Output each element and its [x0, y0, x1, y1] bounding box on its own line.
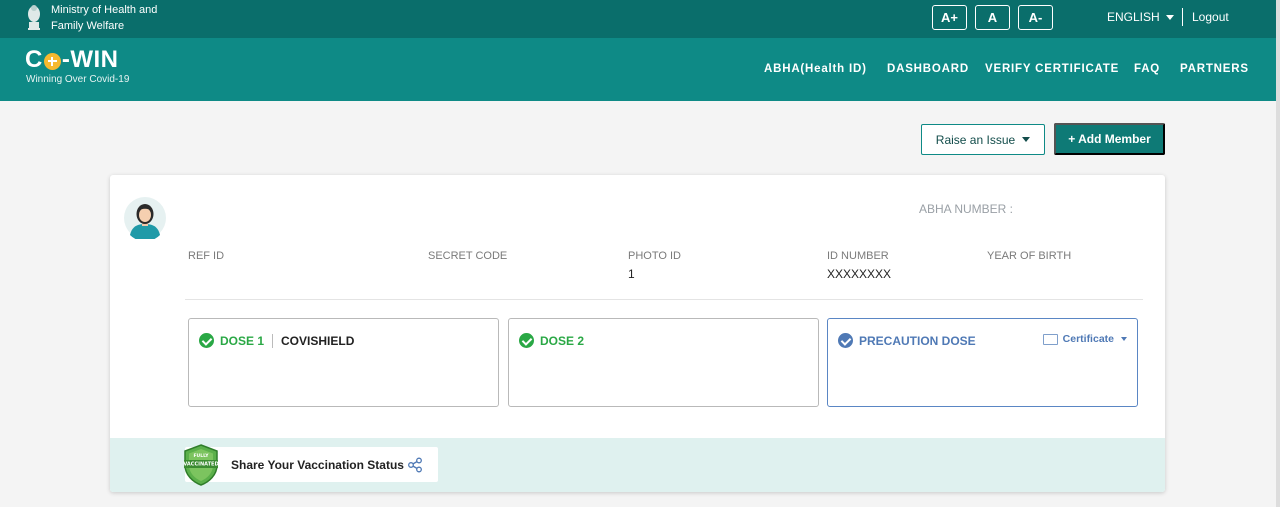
nav-item-faq[interactable]: FAQ: [1134, 63, 1160, 75]
dose-1-card[interactable]: DOSE 1 COVISHIELD: [188, 318, 499, 407]
language-selector[interactable]: ENGLISH: [1107, 10, 1174, 24]
ministry-name: Ministry of Health and Family Welfare: [51, 2, 157, 34]
certificate-label: Certificate: [1062, 333, 1114, 345]
dose-1-title: DOSE 1: [220, 333, 265, 348]
share-icon: [408, 457, 422, 473]
ministry-line-1: Ministry of Health and: [51, 4, 158, 16]
secret-code-label: SECRET CODE: [428, 250, 508, 262]
share-vaccination-status-button[interactable]: FULLY VACCINATED Share Your Vaccination …: [183, 444, 438, 486]
abha-number-label: ABHA NUMBER :: [919, 202, 1014, 216]
dose-divider: [272, 333, 274, 348]
nav-item-partners[interactable]: PARTNERS: [1180, 63, 1249, 75]
nav-item-dashboard[interactable]: DASHBOARD: [887, 63, 969, 75]
share-label: Share Your Vaccination Status: [231, 458, 404, 472]
page-scrollbar[interactable]: [1276, 0, 1280, 507]
nav-item-verify-certificate[interactable]: VERIFY CERTIFICATE: [985, 63, 1119, 75]
chevron-down-icon: [1121, 337, 1127, 341]
font-reset-button[interactable]: A: [975, 5, 1010, 30]
check-circle-icon: [519, 333, 534, 348]
logo-text-left: C: [25, 46, 43, 73]
dose-2-card[interactable]: DOSE 2: [508, 318, 819, 407]
precaution-dose-title: PRECAUTION DOSE: [859, 333, 976, 348]
language-label: ENGLISH: [1107, 10, 1160, 24]
fully-vaccinated-badge-icon: FULLY VACCINATED: [183, 444, 219, 486]
photo-id-label: PHOTO ID: [628, 250, 681, 262]
badge-text-line-2: VACCINATED: [183, 462, 218, 468]
cowin-logo[interactable]: C -WIN: [25, 46, 119, 74]
national-emblem-icon: [28, 5, 40, 30]
main-navbar: C -WIN Winning Over Covid-19 ABHA(Health…: [0, 38, 1276, 101]
logo-tagline: Winning Over Covid-19: [26, 74, 130, 85]
check-circle-icon: [199, 333, 214, 348]
year-of-birth-label: YEAR OF BIRTH: [987, 250, 1072, 262]
plus-icon: [43, 52, 61, 70]
chevron-down-icon: [1022, 137, 1031, 142]
ref-id-label: REF ID: [188, 250, 225, 262]
nav-item-abha[interactable]: ABHA(Health ID): [764, 63, 867, 75]
id-number-value: XXXXXXXX: [827, 267, 892, 281]
logout-link[interactable]: Logout: [1192, 10, 1229, 24]
font-increase-button[interactable]: A+: [932, 5, 967, 30]
check-circle-icon: [838, 333, 853, 348]
certificate-icon: [1042, 333, 1058, 345]
precaution-dose-card[interactable]: PRECAUTION DOSE Certificate: [827, 318, 1138, 407]
top-bar: Ministry of Health and Family Welfare A+…: [0, 0, 1280, 38]
dose-1-vaccine: COVISHIELD: [281, 333, 355, 348]
dose-2-title: DOSE 2: [540, 333, 585, 348]
id-number-label: ID NUMBER: [827, 250, 889, 262]
logo-text-right: -WIN: [61, 46, 119, 73]
user-avatar-icon: [124, 197, 166, 239]
precaution-dose-header: PRECAUTION DOSE: [838, 333, 976, 348]
chevron-down-icon: [1165, 14, 1174, 20]
certificate-dropdown[interactable]: Certificate: [1042, 333, 1127, 345]
badge-text-line-1: FULLY: [193, 453, 209, 459]
photo-id-value: 1: [628, 267, 635, 281]
card-divider: [185, 299, 1143, 300]
ministry-line-2: Family Welfare: [51, 20, 125, 32]
raise-issue-label: Raise an Issue: [935, 132, 1016, 147]
dose-1-header: DOSE 1 COVISHIELD: [199, 333, 354, 348]
dose-2-header: DOSE 2: [519, 333, 584, 348]
header-separator: [1182, 8, 1183, 26]
font-decrease-button[interactable]: A-: [1018, 5, 1053, 30]
raise-issue-button[interactable]: Raise an Issue: [921, 124, 1045, 155]
share-band: FULLY VACCINATED Share Your Vaccination …: [110, 438, 1165, 492]
add-member-button[interactable]: + Add Member: [1054, 123, 1165, 155]
beneficiary-card: ABHA NUMBER : REF ID SECRET CODE PHOTO I…: [110, 175, 1165, 492]
